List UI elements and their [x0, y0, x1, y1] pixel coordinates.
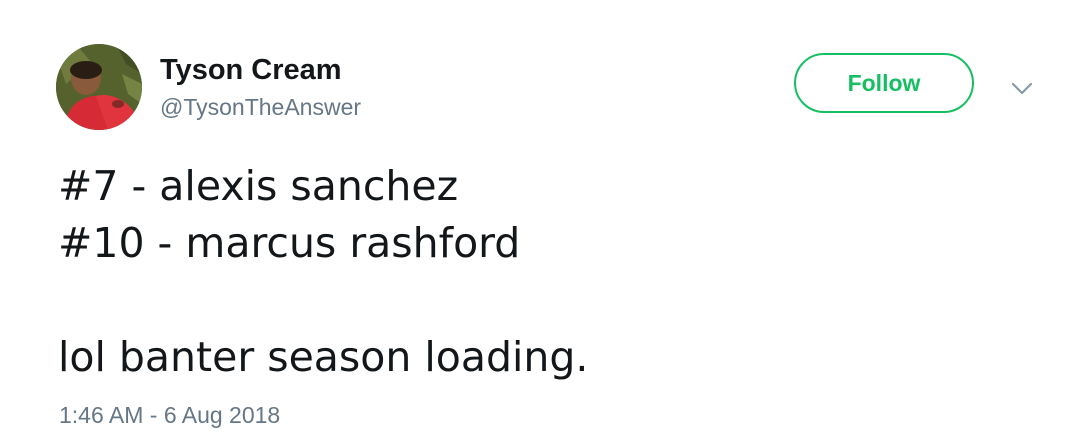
chevron-down-icon[interactable]	[1008, 74, 1036, 102]
tweet-timestamp[interactable]: 1:46 AM - 6 Aug 2018	[59, 400, 280, 430]
avatar-photo	[56, 44, 142, 130]
avatar[interactable]	[56, 44, 142, 130]
tweet-line: #10 - marcus rashford	[58, 219, 521, 267]
follow-button[interactable]: Follow	[794, 53, 974, 113]
tweet-line: #7 - alexis sanchez	[58, 162, 459, 210]
author-name[interactable]: Tyson Cream	[160, 52, 342, 88]
tweet-line: lol banter season loading.	[58, 333, 589, 381]
tweet-card: Tyson Cream @TysonTheAnswer Follow #7 - …	[0, 0, 1087, 445]
author-handle[interactable]: @TysonTheAnswer	[160, 92, 361, 122]
tweet-text: #7 - alexis sanchez #10 - marcus rashfor…	[58, 158, 1038, 386]
